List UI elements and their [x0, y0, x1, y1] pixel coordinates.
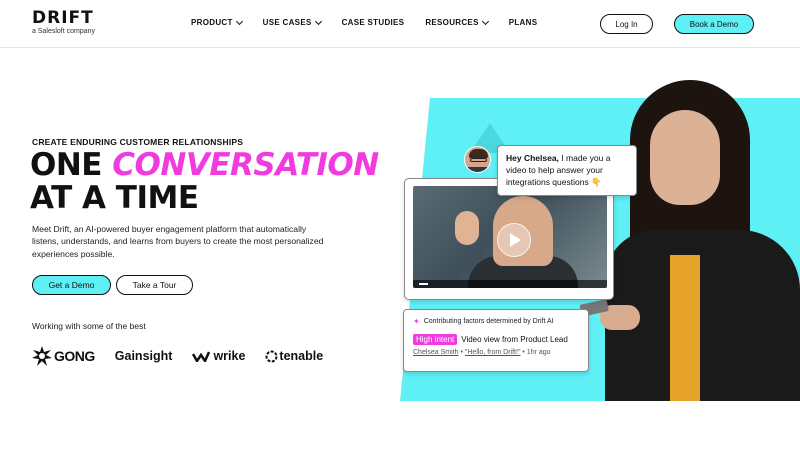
headline-part1: ONE: [30, 147, 102, 183]
chat-greeting-bold: Hey Chelsea,: [506, 153, 559, 163]
gong-logo-text: GONG: [54, 348, 95, 364]
hero-headline: ONE CONVERSATION AT A TIME: [30, 149, 379, 215]
intent-card: ✦ Contributing factors determined by Dri…: [403, 309, 589, 372]
intent-separator: •: [460, 349, 463, 356]
tenable-ring-icon: [265, 350, 278, 362]
main-nav: PRODUCT USE CASES CASE STUDIES RESOURCES…: [191, 17, 558, 27]
sparkle-icon: ✦: [413, 317, 420, 326]
book-demo-button[interactable]: Book a Demo: [674, 14, 754, 34]
play-icon: [510, 233, 521, 247]
avatar-glasses: [470, 158, 487, 162]
intent-title: Contributing factors determined by Drift…: [423, 318, 554, 325]
headline-highlight: CONVERSATION: [112, 147, 379, 183]
chevron-down-icon: [481, 17, 489, 25]
nav-case-studies-label: CASE STUDIES: [341, 18, 405, 27]
woman-face: [650, 110, 720, 205]
play-button[interactable]: [497, 223, 531, 257]
wrike-logo: wrike: [192, 349, 245, 363]
nav-plans-label: PLANS: [508, 18, 538, 27]
nav-use-cases-label: USE CASES: [262, 18, 312, 27]
avatar-hair: [469, 149, 488, 158]
hero-description: Meet Drift, an AI-powered buyer engageme…: [32, 224, 324, 259]
intent-event: Video view from Product Lead: [461, 335, 568, 344]
take-tour-button[interactable]: Take a Tour: [116, 275, 193, 295]
headline-part2: AT A TIME: [30, 180, 199, 216]
nav-product[interactable]: PRODUCT: [191, 17, 243, 27]
intent-row: High intent Video view from Product Lead: [413, 334, 579, 345]
login-button[interactable]: Log In: [600, 14, 653, 34]
gong-burst-icon: [32, 346, 52, 366]
nav-product-label: PRODUCT: [191, 18, 233, 27]
customer-logos: GONG Gainsight wrike tenable: [32, 346, 343, 366]
video-card[interactable]: [404, 178, 614, 300]
intent-person-link[interactable]: Chelsea Smith: [413, 349, 459, 356]
site-header: DRIFT a Salesloft company PRODUCT USE CA…: [0, 0, 800, 48]
working-with-label: Working with some of the best: [32, 321, 146, 331]
intent-quote-link[interactable]: "Hello, from Drift!": [465, 349, 521, 356]
get-demo-button[interactable]: Get a Demo: [32, 275, 111, 295]
chat-message-card: Hey Chelsea, I made you a video to help …: [497, 145, 637, 196]
tenable-logo-text: tenable: [279, 349, 324, 363]
nav-case-studies[interactable]: CASE STUDIES: [342, 18, 405, 27]
high-intent-badge: High intent: [413, 334, 458, 345]
video-progress-bar[interactable]: [419, 283, 428, 285]
nav-use-cases[interactable]: USE CASES: [262, 17, 322, 27]
chevron-down-icon: [235, 17, 243, 25]
intent-meta: Chelsea Smith • "Hello, from Drift!" • 1…: [413, 349, 579, 356]
wrike-check-icon: [192, 350, 211, 362]
video-controls[interactable]: [413, 280, 607, 288]
gainsight-logo: Gainsight: [115, 349, 173, 363]
hero-eyebrow: CREATE ENDURING CUSTOMER RELATIONSHIPS: [32, 137, 244, 147]
wrike-logo-text: wrike: [213, 349, 246, 363]
gainsight-logo-text: Gainsight: [114, 349, 173, 363]
logo-subtitle: a Salesloft company: [32, 28, 96, 35]
nav-resources[interactable]: RESOURCES: [425, 17, 489, 27]
nav-resources-label: RESOURCES: [425, 18, 479, 27]
woman-shirt: [670, 255, 700, 401]
drift-logo[interactable]: DRIFT a Salesloft company: [32, 8, 96, 36]
logo-wordmark: DRIFT: [32, 8, 94, 28]
avatar: [464, 146, 491, 173]
video-person-hand: [455, 211, 479, 245]
gong-logo: GONG: [32, 346, 95, 366]
intent-time: 1hr ago: [526, 349, 551, 356]
chevron-down-icon: [314, 17, 322, 25]
tenable-logo: tenable: [265, 349, 323, 363]
intent-separator: •: [522, 349, 525, 356]
nav-plans[interactable]: PLANS: [509, 18, 538, 27]
intent-header: ✦ Contributing factors determined by Dri…: [413, 317, 579, 326]
video-player[interactable]: [413, 186, 607, 288]
